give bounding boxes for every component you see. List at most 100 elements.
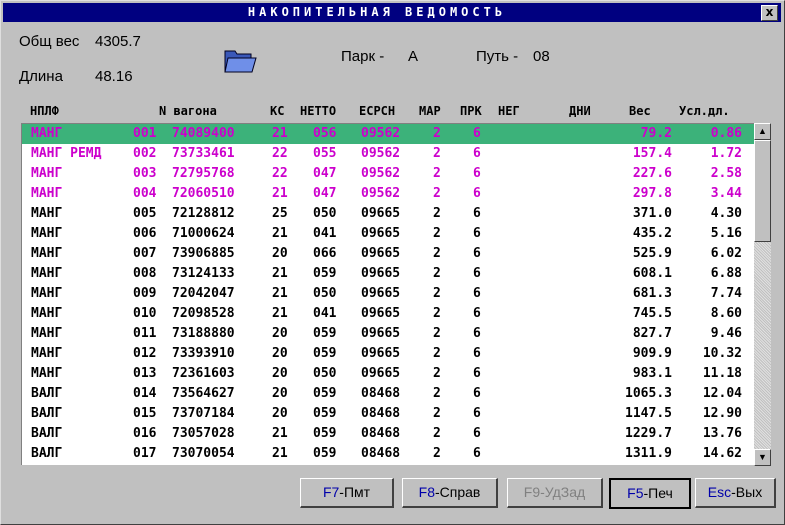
table-row[interactable]: МАНГ 009 72042047 21 050 09665 2 6 681.3 7.74 xyxy=(22,284,756,304)
cell-index: 008 xyxy=(133,266,157,281)
table-row[interactable]: МАНГ РЕМД 002 73733461 22 055 09562 2 6 157.4 1.7… xyxy=(22,144,756,164)
cell-wagon-number: 72098528 xyxy=(172,306,235,321)
cell-ks: 21 xyxy=(272,446,288,461)
table-row[interactable]: МАНГ 001 74089400 21 056 09562 2 6 79.2 0.86 xyxy=(22,124,756,144)
cell-wagon-number: 73124133 xyxy=(172,266,235,281)
table-row[interactable]: МАНГ 003 72795768 22 047 09562 2 6 227.6 2.58 xyxy=(22,164,756,184)
table-row[interactable]: МАНГ 004 72060510 21 047 09562 2 6 297.8 3.44 xyxy=(22,184,756,204)
cell-weight: 827.7 xyxy=(632,326,672,341)
column-header: ДНИ xyxy=(569,104,591,118)
wagon-table[interactable]: МАНГ 001 74089400 21 056 09562 2 6 79.2 0.86 МАНГ … xyxy=(21,123,756,465)
cell-prk: 6 xyxy=(473,246,481,261)
cell-esrsn: 09665 xyxy=(361,286,401,301)
cell-prk: 6 xyxy=(473,366,481,381)
cell-index: 017 xyxy=(133,446,157,461)
esc-button[interactable]: Esc-Вых xyxy=(695,478,776,508)
folder-icon[interactable] xyxy=(223,45,257,75)
cell-prk: 6 xyxy=(473,146,481,161)
cell-mar: 2 xyxy=(433,326,441,341)
cell-esrsn: 09665 xyxy=(361,326,401,341)
cell-nplf: МАНГ xyxy=(31,246,63,261)
cell-length: 2.58 xyxy=(710,166,742,181)
cell-index: 001 xyxy=(133,126,157,141)
hotkey-label: F9 xyxy=(523,484,541,500)
cell-esrsn: 08468 xyxy=(361,406,401,421)
cell-ks: 20 xyxy=(272,366,288,381)
table-row[interactable]: ВАЛГ 016 73057028 21 059 08468 2 6 1229.7 13.76 xyxy=(22,424,756,444)
cell-netto: 047 xyxy=(313,186,337,201)
cell-esrsn: 09665 xyxy=(361,266,401,281)
table-row[interactable]: ВАЛГ 017 73070054 21 059 08468 2 6 1311.9 14.62 xyxy=(22,444,756,464)
title-bar: НАКОПИТЕЛЬНАЯ ВЕДОМОСТЬ x xyxy=(3,3,781,22)
scroll-thumb[interactable] xyxy=(754,140,771,242)
cell-esrsn: 08468 xyxy=(361,426,401,441)
column-header: КС xyxy=(270,104,285,118)
cell-netto: 050 xyxy=(313,286,337,301)
table-row[interactable]: МАНГ 008 73124133 21 059 09665 2 6 608.1 6.88 xyxy=(22,264,756,284)
arrow-down-icon[interactable]: ▼ xyxy=(754,449,771,466)
f8-button[interactable]: F8-Справ xyxy=(402,478,498,508)
cell-nplf: ВАЛГ xyxy=(31,386,63,401)
cell-prk: 6 xyxy=(473,186,481,201)
cell-weight: 297.8 xyxy=(632,186,672,201)
cell-weight: 227.6 xyxy=(632,166,672,181)
f9-button[interactable]: F9-УдЗад xyxy=(507,478,603,508)
arrow-up-icon[interactable]: ▲ xyxy=(754,123,771,140)
cell-esrsn: 09665 xyxy=(361,366,401,381)
close-button[interactable]: x xyxy=(761,5,778,21)
f7-button[interactable]: F7-Пмт xyxy=(300,478,394,508)
cell-nplf: МАНГ xyxy=(31,326,63,341)
table-row[interactable]: МАНГ 011 73188880 20 059 09665 2 6 827.7 9.46 xyxy=(22,324,756,344)
cell-length: 4.30 xyxy=(710,206,742,221)
total-weight-label: Общ вес xyxy=(19,33,80,50)
cell-wagon-number: 72361603 xyxy=(172,366,235,381)
f5-button[interactable]: F5-Печ xyxy=(609,478,691,509)
cell-index: 006 xyxy=(133,226,157,241)
cell-esrsn: 09665 xyxy=(361,206,401,221)
cell-length: 12.90 xyxy=(702,406,742,421)
column-header: Вес xyxy=(629,104,651,118)
table-row[interactable]: МАНГ 012 73393910 20 059 09665 2 6 909.9 10.32 xyxy=(22,344,756,364)
cell-netto: 059 xyxy=(313,326,337,341)
table-row[interactable]: МАНГ 006 71000624 21 041 09665 2 6 435.2 5.16 xyxy=(22,224,756,244)
cell-esrsn: 09665 xyxy=(361,246,401,261)
table-row[interactable]: МАНГ 005 72128812 25 050 09665 2 6 371.0 4.30 xyxy=(22,204,756,224)
cell-wagon-number: 72042047 xyxy=(172,286,235,301)
cell-weight: 983.1 xyxy=(632,366,672,381)
cell-ks: 20 xyxy=(272,326,288,341)
cell-mar: 2 xyxy=(433,386,441,401)
cell-esrsn: 09562 xyxy=(361,166,401,181)
cell-weight: 1147.5 xyxy=(625,406,672,421)
cell-netto: 059 xyxy=(313,426,337,441)
cell-prk: 6 xyxy=(473,226,481,241)
table-row[interactable]: ВАЛГ 015 73707184 20 059 08468 2 6 1147.5 12.90 xyxy=(22,404,756,424)
cell-prk: 6 xyxy=(473,386,481,401)
table-row[interactable]: МАНГ 010 72098528 21 041 09665 2 6 745.5 8.60 xyxy=(22,304,756,324)
cell-weight: 157.4 xyxy=(632,146,672,161)
cell-prk: 6 xyxy=(473,446,481,461)
cell-index: 003 xyxy=(133,166,157,181)
length-value: 48.16 xyxy=(95,68,133,85)
cell-esrsn: 09562 xyxy=(361,126,401,141)
vertical-scrollbar[interactable]: ▲ ▼ xyxy=(754,123,771,466)
cell-netto: 059 xyxy=(313,406,337,421)
table-row[interactable]: ВАЛГ 014 73564627 20 059 08468 2 6 1065.3 12.04 xyxy=(22,384,756,404)
cell-nplf: МАНГ xyxy=(31,166,63,181)
total-weight-value: 4305.7 xyxy=(95,33,141,50)
cell-index: 010 xyxy=(133,306,157,321)
button-label: -Справ xyxy=(434,484,481,500)
table-row[interactable]: МАНГ 007 73906885 20 066 09665 2 6 525.9 6.02 xyxy=(22,244,756,264)
column-header: Усл.дл. xyxy=(679,104,730,118)
cell-wagon-number: 73707184 xyxy=(172,406,235,421)
table-row[interactable]: МАНГ 013 72361603 20 050 09665 2 6 983.1 11.18 xyxy=(22,364,756,384)
main-window: НАКОПИТЕЛЬНАЯ ВЕДОМОСТЬ x Общ вес 4305.7… xyxy=(0,0,785,525)
path-label: Путь - xyxy=(476,48,519,65)
cell-weight: 79.2 xyxy=(640,126,672,141)
cell-ks: 21 xyxy=(272,186,288,201)
column-header: ПРК xyxy=(460,104,482,118)
cell-mar: 2 xyxy=(433,406,441,421)
button-label: -УдЗад xyxy=(540,484,586,500)
cell-nplf: МАНГ xyxy=(31,366,63,381)
cell-prk: 6 xyxy=(473,346,481,361)
cell-length: 9.46 xyxy=(710,326,742,341)
